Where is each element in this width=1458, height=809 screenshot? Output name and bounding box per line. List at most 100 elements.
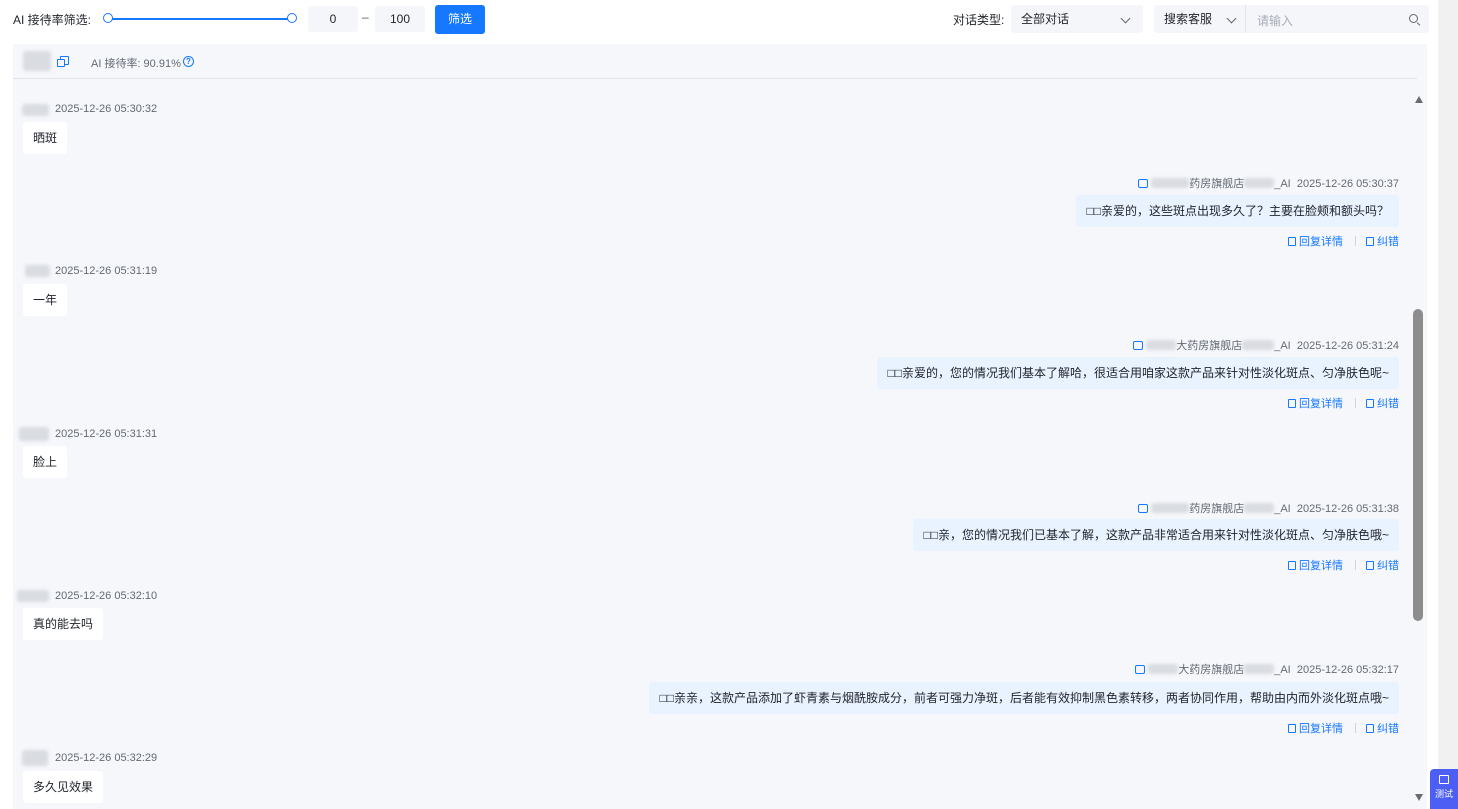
reply-detail-link[interactable]: 回复详情 — [1288, 720, 1343, 736]
chevron-down-icon — [1226, 13, 1237, 24]
missing-glyph: □□ — [887, 366, 902, 380]
message-time: 2025-12-26 05:32:10 — [55, 590, 158, 602]
message-actions: 回复详情 纠错 — [1288, 395, 1399, 411]
agent-message: □□亲爱的，您的情况我们基本了解哈，很适合用咱家这款产品来针对性淡化斑点、匀净肤… — [877, 357, 1399, 389]
search-input[interactable]: 请输入 — [1245, 5, 1429, 33]
correct-link[interactable]: 纠错 — [1366, 395, 1399, 411]
reply-detail-link[interactable]: 回复详情 — [1288, 233, 1343, 249]
divider — [1355, 236, 1356, 246]
message-time: 2025-12-26 05:31:31 — [55, 428, 158, 440]
message-actions: 回复详情 纠错 — [1288, 720, 1399, 736]
message-time: 2025-12-26 05:30:32 — [55, 103, 158, 115]
filter-button[interactable]: 筛选 — [435, 5, 485, 34]
customer-name-redacted — [23, 51, 51, 71]
range-max-input[interactable]: 100 — [375, 6, 425, 32]
agent-suffix: _AI — [1274, 664, 1291, 676]
robot-icon — [1138, 179, 1149, 188]
message-time: 2025-12-26 05:31:19 — [55, 265, 158, 277]
conversation-type-label: 对话类型: — [953, 13, 1005, 27]
edit-icon — [1366, 561, 1374, 570]
agent-shop-name: 大药房旗舰店 — [1176, 340, 1243, 352]
search-scope-value: 搜索客服 — [1164, 12, 1213, 26]
edit-icon — [1366, 724, 1374, 733]
avatar — [22, 750, 48, 766]
detail-icon — [1288, 561, 1296, 570]
avatar — [25, 265, 50, 277]
scroll-down-arrow[interactable] — [1415, 794, 1423, 801]
reply-detail-label: 回复详情 — [1299, 236, 1343, 248]
customer-message: 一年 — [23, 284, 68, 316]
slider-max-handle[interactable] — [287, 13, 297, 23]
correct-label: 纠错 — [1377, 560, 1399, 572]
conversation-type-select[interactable]: 全部对话 — [1011, 5, 1143, 33]
avatar — [22, 104, 49, 116]
correct-link[interactable]: 纠错 — [1366, 233, 1399, 249]
scroll-up-arrow[interactable] — [1415, 96, 1423, 103]
correct-label: 纠错 — [1377, 236, 1399, 248]
divider — [1355, 560, 1356, 570]
range-separator: – — [362, 10, 369, 24]
page-scrollbar[interactable] — [1438, 0, 1458, 809]
reply-detail-label: 回复详情 — [1299, 398, 1343, 410]
help-icon[interactable]: ? — [183, 56, 194, 67]
message-time: 2025-12-26 05:30:37 — [1296, 178, 1399, 190]
agent-suffix: _AI — [1274, 178, 1291, 190]
ai-rate-value: AI 接待率: 90.91% — [91, 58, 181, 70]
shop-name-redacted — [1146, 340, 1177, 350]
reply-detail-label: 回复详情 — [1299, 723, 1343, 735]
missing-glyph: □□ — [923, 528, 938, 542]
message-time: 2025-12-26 05:32:17 — [1296, 664, 1399, 676]
agent-shop-name: 药房旗舰店 — [1189, 503, 1245, 515]
customer-message: 晒斑 — [23, 122, 68, 154]
agent-suffix: _AI — [1274, 503, 1291, 515]
agent-message-text: 亲爱的，这些斑点出现多久了？主要在脸颊和额头吗？ — [1100, 204, 1389, 218]
robot-icon — [1135, 665, 1146, 674]
agent-shop-name: 大药房旗舰店 — [1178, 664, 1245, 676]
missing-glyph: □□ — [1086, 204, 1101, 218]
message-actions: 回复详情 纠错 — [1288, 233, 1399, 249]
search-scope-select[interactable]: 搜索客服 — [1154, 5, 1245, 33]
divider — [1355, 723, 1356, 733]
message-time: 2025-12-26 05:31:24 — [1296, 340, 1399, 352]
missing-glyph: □□ — [659, 691, 674, 705]
avatar — [19, 427, 49, 441]
divider — [1355, 398, 1356, 408]
agent-message: □□亲，您的情况我们已基本了解，这款产品非常适合用来针对性淡化斑点、匀净肤色哦~ — [913, 519, 1399, 551]
agent-message-text: 亲，您的情况我们已基本了解，这款产品非常适合用来针对性淡化斑点、匀净肤色哦~ — [937, 528, 1389, 542]
agent-meta: 药房旗舰店 _AI 2025-12-26 05:31:38 — [1138, 500, 1399, 516]
chevron-down-icon — [1120, 13, 1131, 24]
reply-detail-label: 回复详情 — [1299, 560, 1343, 572]
scrollbar-thumb[interactable] — [1413, 309, 1423, 621]
robot-icon — [1138, 504, 1149, 513]
reply-detail-link[interactable]: 回复详情 — [1288, 557, 1343, 573]
shop-name-redacted — [1151, 178, 1190, 188]
reply-detail-link[interactable]: 回复详情 — [1288, 395, 1343, 411]
search-icon[interactable] — [1409, 14, 1418, 23]
toolbar: AI 接待率筛选: 0 – 100 筛选 对话类型: 全部对话 搜索客服 请输入 — [0, 0, 1440, 38]
agent-meta: 药房旗舰店 _AI 2025-12-26 05:30:37 — [1138, 175, 1399, 191]
detail-icon — [1288, 237, 1296, 246]
agent-name-redacted — [1244, 664, 1275, 674]
test-button[interactable]: 测试 — [1430, 769, 1458, 809]
customer-message: 多久见效果 — [23, 771, 104, 803]
agent-name-redacted — [1244, 178, 1275, 188]
range-min-input[interactable]: 0 — [308, 6, 358, 32]
agent-shop-name: 药房旗舰店 — [1189, 178, 1245, 190]
message-time: 2025-12-26 05:31:38 — [1296, 503, 1399, 515]
edit-icon — [1366, 237, 1374, 246]
correct-link[interactable]: 纠错 — [1366, 557, 1399, 573]
message-actions: 回复详情 纠错 — [1288, 557, 1399, 573]
test-button-label: 测试 — [1434, 789, 1453, 799]
agent-message-text: 亲爱的，您的情况我们基本了解哈，很适合用咱家这款产品来针对性淡化斑点、匀净肤色呢… — [901, 366, 1389, 380]
conversation-header: AI 接待率: 90.91% ? — [13, 44, 1417, 79]
detail-icon — [1288, 724, 1296, 733]
agent-message-text: 亲亲，这款产品添加了虾青素与烟酰胺成分，前者可强力净斑，后者能有效抑制黑色素转移… — [673, 691, 1389, 705]
copy-icon[interactable] — [57, 56, 69, 67]
edit-icon — [1366, 399, 1374, 408]
ai-rate-slider[interactable] — [107, 18, 292, 20]
shop-name-redacted — [1148, 664, 1179, 674]
chat-icon — [1439, 775, 1449, 784]
slider-min-handle[interactable] — [103, 13, 113, 23]
correct-link[interactable]: 纠错 — [1366, 720, 1399, 736]
search-placeholder: 请输入 — [1257, 14, 1294, 28]
